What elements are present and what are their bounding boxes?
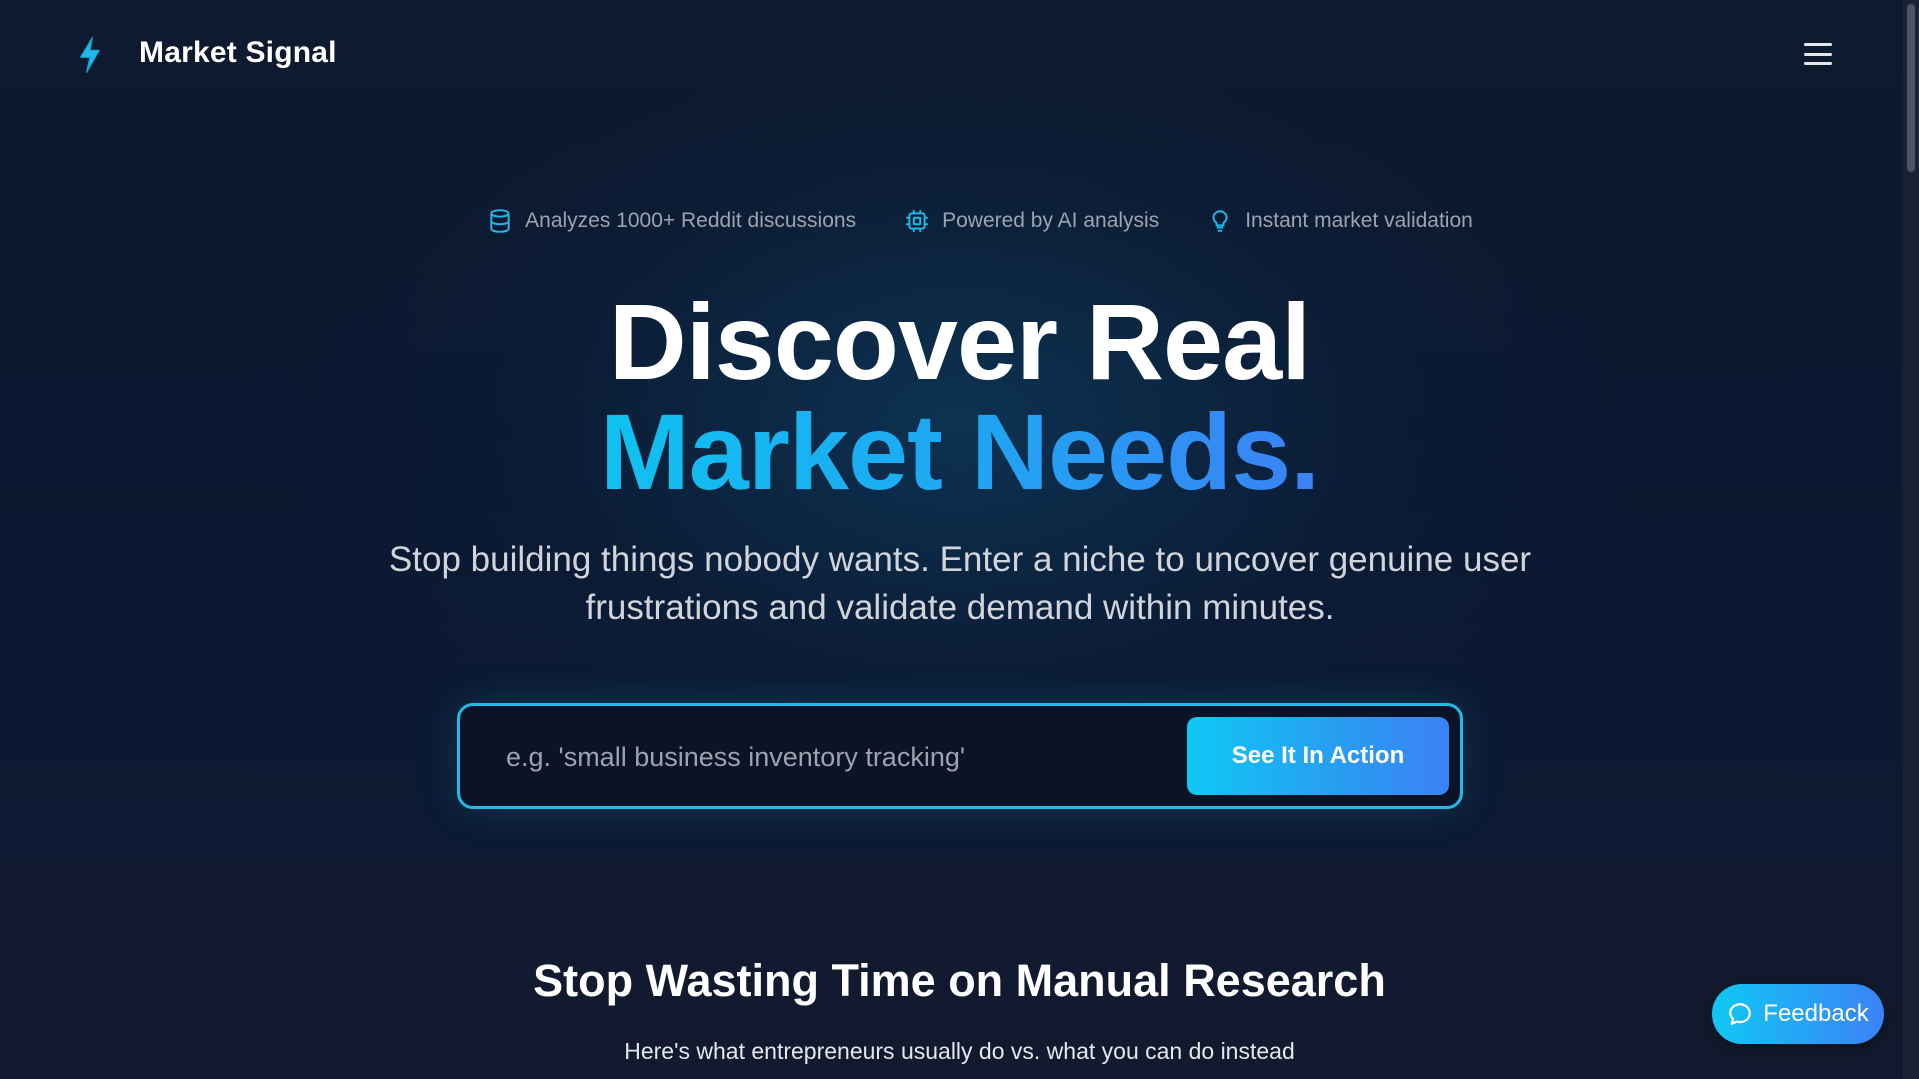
- feature-item-reddit: Analyzes 1000+ Reddit discussions: [487, 208, 856, 234]
- scrollbar-thumb[interactable]: [1907, 4, 1915, 172]
- chat-bubble-icon: [1729, 1003, 1752, 1025]
- section-title: Stop Wasting Time on Manual Research: [533, 955, 1386, 1006]
- niche-search-form: See It In Action: [457, 703, 1463, 809]
- niche-search-input[interactable]: [506, 734, 1126, 780]
- hero-title-highlight: Market Needs.: [599, 391, 1320, 512]
- feature-label: Analyzes 1000+ Reddit discussions: [525, 209, 857, 232]
- menu-line: [1804, 62, 1832, 65]
- feature-label: Instant market validation: [1245, 209, 1473, 232]
- see-it-in-action-button[interactable]: See It In Action: [1187, 717, 1449, 795]
- lightbulb-icon: [1212, 210, 1228, 232]
- feature-label: Powered by AI analysis: [942, 209, 1160, 232]
- menu-line: [1804, 52, 1832, 56]
- hamburger-menu-icon[interactable]: [1800, 38, 1836, 70]
- database-icon: [490, 209, 510, 233]
- cpu-chip-icon: [906, 210, 928, 232]
- menu-line: [1804, 43, 1832, 46]
- feedback-label: Feedback: [1763, 1000, 1869, 1027]
- feature-highlights: Analyzes 1000+ Reddit discussions Powere…: [0, 204, 1900, 238]
- lightning-bolt-icon[interactable]: [76, 36, 104, 74]
- feature-item-ai: Powered by AI analysis: [904, 208, 1159, 234]
- section-subtitle: Here's what entrepreneurs usually do vs.…: [624, 1038, 1295, 1064]
- page-scrollbar[interactable]: [1903, 0, 1919, 1079]
- feedback-button[interactable]: Feedback: [1712, 984, 1884, 1044]
- hero-title-line1: Discover Real: [608, 281, 1311, 402]
- brand-name[interactable]: Market Signal: [139, 36, 337, 70]
- hero-title-line2: Market Needs.: [0, 392, 1919, 512]
- hero-subtitle: Stop building things nobody wants. Enter…: [388, 540, 1532, 627]
- feature-item-validation: Instant market validation: [1207, 208, 1473, 234]
